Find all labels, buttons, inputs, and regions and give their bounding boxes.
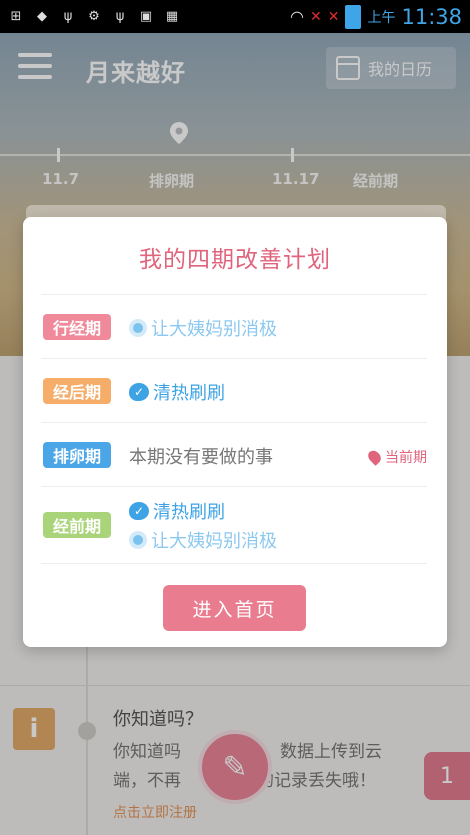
wifi-icon: ◠ bbox=[290, 7, 304, 26]
enter-home-button[interactable]: 进入首页 bbox=[163, 585, 306, 631]
check-bubble-icon: ✓ bbox=[129, 383, 149, 401]
phase-row: 排卵期 本期没有要做的事 当前期 bbox=[41, 422, 427, 487]
plan-item-label: 本期没有要做的事 bbox=[129, 447, 273, 468]
sim1-no-signal-icon: ✕ bbox=[310, 8, 322, 25]
plan-item: 本期没有要做的事 bbox=[129, 443, 273, 469]
sim2-no-signal-icon: ✕ bbox=[327, 8, 340, 25]
check-bubble-icon: ✓ bbox=[129, 502, 149, 520]
app-notification-icon-3: ▦ bbox=[165, 9, 179, 24]
usb-icon-2: ψ bbox=[115, 9, 125, 24]
improvement-plan-dialog: 我的四期改善计划 行经期 让大姨妈别消极 经后期 ✓ 清热刷刷 排卵期 本期没有… bbox=[23, 217, 447, 647]
phase-row: 经后期 ✓ 清热刷刷 bbox=[41, 358, 427, 423]
plan-item-label: 清热刷刷 bbox=[153, 383, 225, 404]
radio-icon bbox=[129, 531, 147, 549]
status-bar: ⊞ ◆ ψ ⚙ ψ ▣ ▦ ◠ ✕ ✕ 上午 11:38 bbox=[0, 0, 470, 33]
usb-icon: ψ bbox=[63, 9, 73, 24]
current-phase-label: 当前期 bbox=[385, 450, 427, 466]
plan-item-label: 清热刷刷 bbox=[153, 502, 225, 523]
battery-icon bbox=[345, 4, 362, 29]
dialog-title: 我的四期改善计划 bbox=[139, 247, 331, 273]
plan-item[interactable]: ✓ 清热刷刷 bbox=[129, 379, 225, 405]
phase-tag: 经后期 bbox=[43, 378, 111, 404]
app-notification-icon-2: ▣ bbox=[139, 9, 153, 24]
status-ampm: 上午 bbox=[367, 9, 396, 26]
plan-item[interactable]: 让大姨妈别消极 bbox=[129, 315, 277, 341]
radio-icon bbox=[129, 319, 147, 337]
plan-item[interactable]: 让大姨妈别消极 bbox=[129, 527, 277, 553]
plan-item-label: 让大姨妈别消极 bbox=[151, 531, 277, 552]
plan-item-label: 让大姨妈别消极 bbox=[151, 319, 277, 340]
phase-row: 行经期 让大姨妈别消极 bbox=[41, 294, 427, 359]
phase-row: 经前期 ✓ 清热刷刷 让大姨妈别消极 bbox=[41, 486, 427, 564]
phase-tag: 排卵期 bbox=[43, 442, 111, 468]
location-pin-icon bbox=[365, 448, 384, 466]
status-time: 11:38 bbox=[401, 4, 462, 29]
app-notification-icon: ◆ bbox=[37, 9, 47, 24]
plan-item[interactable]: ✓ 清热刷刷 bbox=[129, 498, 225, 524]
phase-tag: 行经期 bbox=[43, 314, 111, 340]
android-debug-icon: ⚙ bbox=[88, 9, 100, 24]
current-phase-indicator: 当前期 bbox=[365, 447, 427, 467]
plus-notification-icon: ⊞ bbox=[10, 9, 22, 24]
phase-tag: 经前期 bbox=[43, 512, 111, 538]
